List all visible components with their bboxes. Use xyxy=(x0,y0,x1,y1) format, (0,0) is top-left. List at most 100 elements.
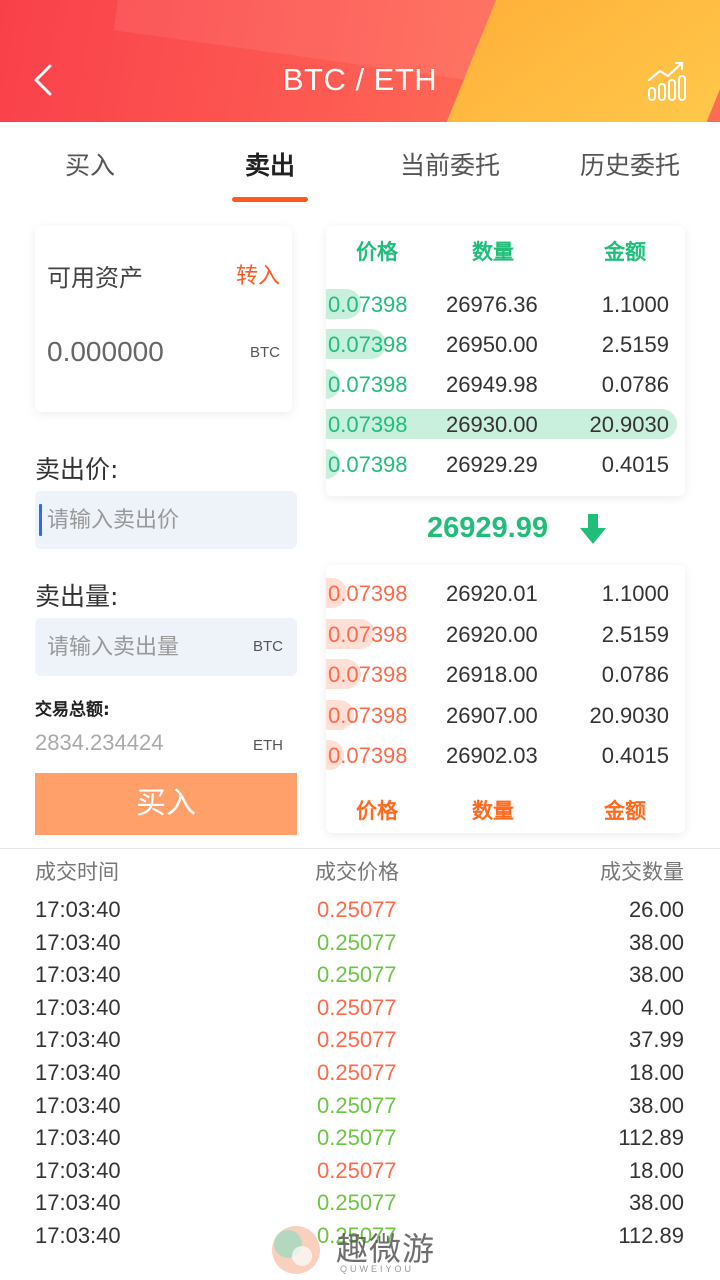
header-bar: BTC / ETH xyxy=(0,0,720,122)
trade-time: 17:03:40 xyxy=(35,1157,121,1183)
ask-row[interactable]: 0.07398 26950.00 2.5159 xyxy=(326,329,685,359)
trade-price: 0.25077 xyxy=(317,962,397,988)
trade-qty-header: 成交数量 xyxy=(600,860,684,884)
bids-footer: 价格 数量 金额 xyxy=(326,795,685,825)
trade-row: 17:03:40 0.25077 37.99 xyxy=(0,1027,720,1057)
chart-button[interactable] xyxy=(646,58,690,102)
bid-qty: 26918.00 xyxy=(446,662,538,687)
tab-bar: 买入 卖出 当前委托 历史委托 xyxy=(0,122,720,210)
trade-row: 17:03:40 0.25077 26.00 xyxy=(0,897,720,927)
ask-amount: 0.4015 xyxy=(601,452,669,477)
bid-price: 0.07398 xyxy=(328,662,408,687)
trade-time: 17:03:40 xyxy=(35,962,121,988)
trade-qty: 37.99 xyxy=(628,1027,684,1053)
submit-button[interactable]: 买入 xyxy=(35,773,297,835)
watermark-logo: 趣微游 QUWEIYOU xyxy=(268,1222,468,1280)
watermark-subtext: QUWEIYOU xyxy=(340,1264,415,1274)
total-value: 2834.234424 xyxy=(35,730,164,755)
trade-qty: 38.00 xyxy=(628,929,684,955)
bid-price: 0.07398 xyxy=(328,581,408,606)
ask-amount: 20.9030 xyxy=(589,412,669,437)
total-label: 交易总额: xyxy=(35,700,110,720)
tab-order-history[interactable]: 历史委托 xyxy=(540,122,720,210)
page-title: BTC / ETH xyxy=(282,62,438,97)
ask-qty: 26949.98 xyxy=(446,372,538,397)
ask-row[interactable]: 0.07398 26976.36 1.1000 xyxy=(326,289,685,319)
ask-row[interactable]: 0.07398 26949.98 0.0786 xyxy=(326,369,685,399)
ask-qty: 26950.00 xyxy=(446,332,538,357)
sell-price-label: 卖出价: xyxy=(35,455,119,484)
sell-amount-field[interactable]: BTC xyxy=(35,618,297,676)
trade-price: 0.25077 xyxy=(317,1157,397,1183)
asset-label: 可用资产 xyxy=(47,264,143,292)
trade-time: 17:03:40 xyxy=(35,929,121,955)
trade-qty: 112.89 xyxy=(618,1223,684,1248)
bid-row[interactable]: 0.07398 26902.03 0.4015 xyxy=(326,740,685,770)
trade-row: 17:03:40 0.25077 112.89 xyxy=(0,1125,720,1155)
trade-row: 17:03:40 0.25077 38.00 xyxy=(0,962,720,992)
tab-sell[interactable]: 卖出 xyxy=(180,122,360,210)
bid-row[interactable]: 0.07398 26920.01 1.1000 xyxy=(326,578,685,608)
ask-price: 0.07398 xyxy=(328,292,408,317)
last-price: 26929.99 xyxy=(427,512,548,544)
trade-time: 17:03:40 xyxy=(35,1125,121,1151)
asks-header: 价格 数量 金额 xyxy=(326,236,685,266)
section-divider xyxy=(0,848,720,849)
trade-time: 17:03:40 xyxy=(35,1223,121,1248)
trade-time: 17:03:40 xyxy=(35,1092,121,1118)
transfer-in-link[interactable]: 转入 xyxy=(236,258,280,290)
ask-price: 0.07398 xyxy=(328,452,408,477)
ask-qty: 26929.29 xyxy=(446,452,538,477)
bid-qty: 26920.00 xyxy=(446,621,538,647)
total-unit: ETH xyxy=(253,737,283,754)
tab-current-orders[interactable]: 当前委托 xyxy=(360,122,540,210)
trade-row: 17:03:40 0.25077 18.00 xyxy=(0,1060,720,1090)
trade-price: 0.25077 xyxy=(317,897,397,922)
trade-time-header: 成交时间 xyxy=(35,860,119,884)
asset-value: 0.000000 xyxy=(47,336,164,367)
bid-price: 0.07398 xyxy=(328,743,408,768)
trade-row: 17:03:40 0.25077 38.00 xyxy=(0,1190,720,1220)
trade-price: 0.25077 xyxy=(317,1027,397,1053)
trade-row: 17:03:40 0.25077 38.00 xyxy=(0,930,720,960)
bid-row[interactable]: 0.07398 26918.00 0.0786 xyxy=(326,659,685,689)
bid-row[interactable]: 0.07398 26907.00 20.9030 xyxy=(326,699,685,730)
bid-qty: 26920.01 xyxy=(446,581,538,606)
ask-price: 0.07398 xyxy=(328,372,408,397)
orderbook-asks: 价格 数量 金额 0.07398 26976.36 1.1000 0.07398 269… xyxy=(326,226,685,496)
bid-amount: 20.9030 xyxy=(589,702,669,728)
trade-time: 17:03:40 xyxy=(35,994,121,1020)
trade-qty: 112.89 xyxy=(618,1125,684,1151)
trade-time: 17:03:40 xyxy=(35,1060,121,1085)
ask-row[interactable]: 0.07398 26930.00 20.9030 xyxy=(326,409,685,439)
trade-price: 0.25077 xyxy=(317,994,397,1020)
sell-amount-label: 卖出量: xyxy=(35,582,119,611)
trades-header: 成交时间 成交价格 成交数量 xyxy=(0,856,720,886)
trade-row: 17:03:40 0.25077 38.00 xyxy=(0,1093,720,1123)
asset-card: 可用资产 转入 0.000000 BTC xyxy=(35,226,292,412)
sell-price-input[interactable] xyxy=(35,491,297,549)
trade-qty: 18.00 xyxy=(628,1060,684,1085)
trade-row: 17:03:40 0.25077 4.00 xyxy=(0,995,720,1025)
tab-buy[interactable]: 买入 xyxy=(0,122,180,210)
trade-qty: 26.00 xyxy=(628,897,684,922)
ask-row[interactable]: 0.07398 26929.29 0.4015 xyxy=(326,449,685,479)
bid-row[interactable]: 0.07398 26920.00 2.5159 xyxy=(326,618,685,649)
ask-qty: 26930.00 xyxy=(446,412,538,437)
watermark-emblem-icon xyxy=(272,1226,320,1274)
sell-amount-unit: BTC xyxy=(253,638,283,655)
col-amount-footer: 金额 xyxy=(604,799,646,823)
ask-amount: 0.0786 xyxy=(601,372,669,397)
sell-price-field[interactable] xyxy=(35,491,297,549)
orderbook-bids: 0.07398 26920.01 1.1000 0.07398 26920.00 2.51… xyxy=(326,565,685,833)
ask-amount: 1.1000 xyxy=(601,292,669,317)
bid-price: 0.07398 xyxy=(328,702,408,728)
trade-qty: 38.00 xyxy=(628,1092,684,1118)
trade-price: 0.25077 xyxy=(317,1190,397,1216)
ask-price: 0.07398 xyxy=(328,412,408,437)
trade-price: 0.25077 xyxy=(317,929,397,955)
col-price-footer: 价格 xyxy=(356,799,398,823)
trade-price: 0.25077 xyxy=(317,1125,397,1151)
chart-icon xyxy=(647,61,686,101)
trade-qty: 4.00 xyxy=(641,994,684,1020)
